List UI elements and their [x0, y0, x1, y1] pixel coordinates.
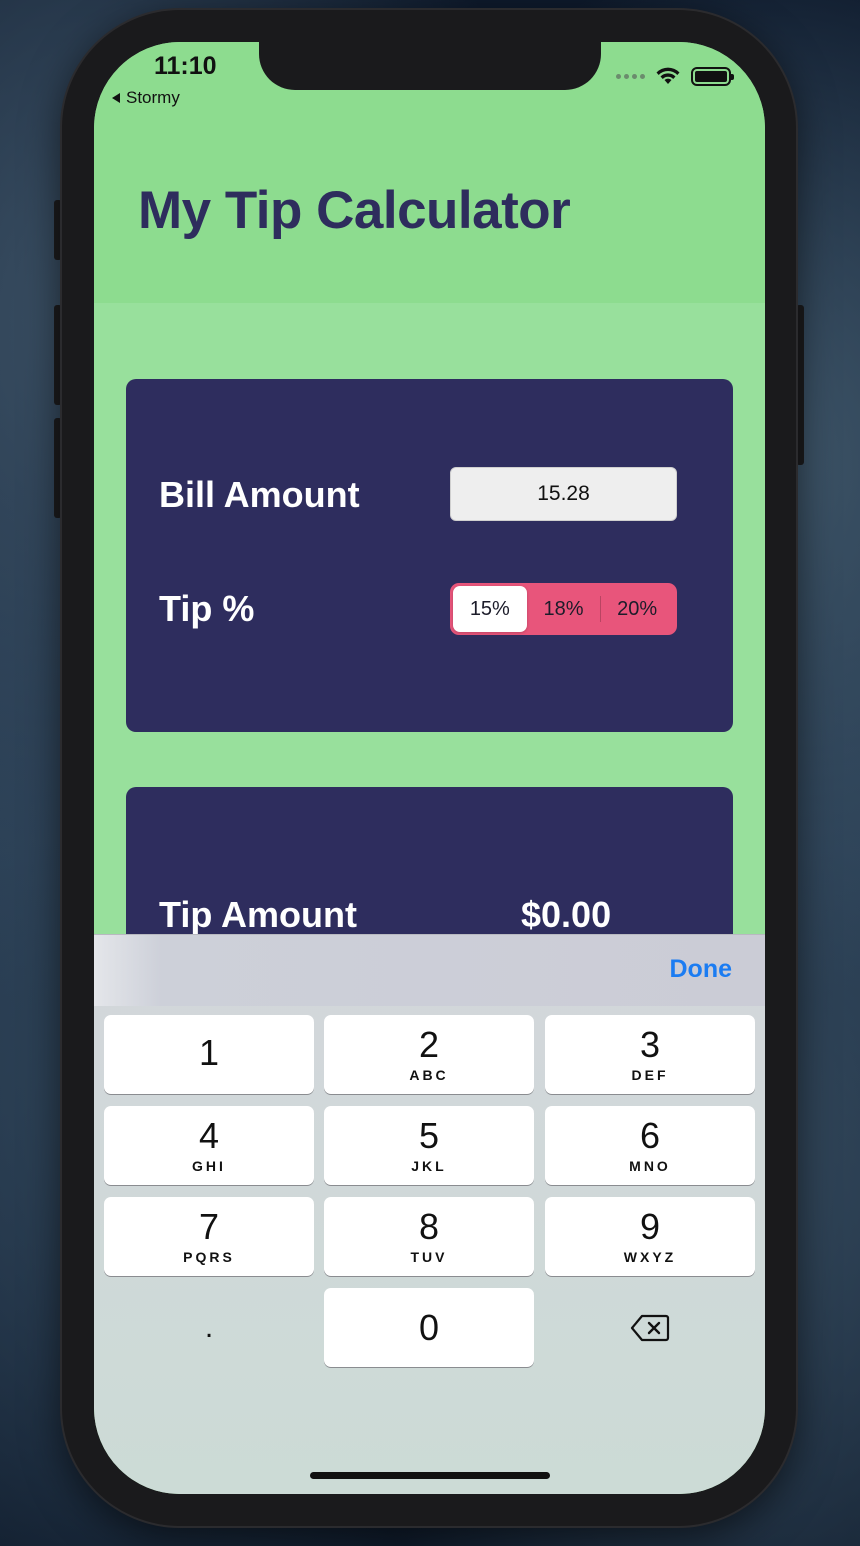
- key-letters: MNO: [629, 1157, 671, 1174]
- key-1[interactable]: 1: [104, 1015, 314, 1094]
- key-6[interactable]: 6 MNO: [545, 1106, 755, 1185]
- key-0[interactable]: 0: [324, 1288, 534, 1367]
- key-number: 3: [639, 1023, 661, 1065]
- page-title: My Tip Calculator: [138, 181, 571, 240]
- back-to-app-link[interactable]: Stormy: [112, 88, 180, 108]
- key-number: 5: [418, 1114, 440, 1156]
- wifi-icon: [656, 67, 680, 84]
- key-5[interactable]: 5 JKL: [324, 1106, 534, 1185]
- key-letters: WXYZ: [623, 1248, 677, 1265]
- battery-icon: [691, 66, 734, 86]
- bill-amount-field[interactable]: 15.28: [450, 467, 677, 521]
- key-4[interactable]: 4 GHI: [104, 1106, 314, 1185]
- key-number: 2: [418, 1023, 440, 1065]
- back-arrow-icon: [112, 93, 120, 103]
- key-delete[interactable]: [545, 1288, 755, 1367]
- tip-amount-value: $0.00: [521, 894, 612, 935]
- cellular-signal-icon: [616, 73, 645, 79]
- tip-percent-label: Tip %: [159, 588, 255, 629]
- key-letters: JKL: [411, 1157, 447, 1174]
- side-button-volume-up: [54, 305, 62, 405]
- side-button-mute: [54, 200, 62, 260]
- side-button-volume-down: [54, 418, 62, 518]
- key-letters: GHI: [192, 1157, 226, 1174]
- tip-option-15[interactable]: 15%: [453, 586, 527, 632]
- key-3[interactable]: 3 DEF: [545, 1015, 755, 1094]
- notch: [259, 42, 601, 90]
- key-number: 8: [418, 1205, 440, 1247]
- key-8[interactable]: 8 TUV: [324, 1197, 534, 1276]
- tip-option-18[interactable]: 18%: [527, 586, 601, 632]
- backspace-icon: [630, 1314, 670, 1341]
- tip-amount-label: Tip Amount: [159, 894, 357, 935]
- side-button-power: [796, 305, 804, 465]
- key-letters: PQRS: [183, 1248, 235, 1265]
- key-2[interactable]: 2 ABC: [324, 1015, 534, 1094]
- status-indicators: [616, 66, 734, 86]
- done-button[interactable]: Done: [670, 955, 733, 984]
- home-indicator[interactable]: [310, 1472, 550, 1479]
- key-number: 6: [639, 1114, 661, 1156]
- keyboard-toolbar: Done: [94, 934, 765, 1006]
- key-number: 4: [198, 1114, 220, 1156]
- key-letters: TUV: [410, 1248, 448, 1265]
- key-number: 1: [198, 1031, 220, 1073]
- tip-percent-segmented-control[interactable]: 15% 18% 20%: [450, 583, 677, 635]
- numeric-keyboard: Done 1 2 ABC 3 DEF 4 GHI 5 JKL 6 MNO 7 P…: [94, 934, 765, 1494]
- tip-option-20[interactable]: 20%: [600, 586, 674, 632]
- app-screen: My Tip Calculator 11:10 Stormy Bill Amou…: [94, 42, 765, 1494]
- back-app-label: Stormy: [126, 88, 180, 107]
- status-time: 11:10: [154, 52, 217, 80]
- bill-amount-label: Bill Amount: [159, 474, 360, 515]
- key-9[interactable]: 9 WXYZ: [545, 1197, 755, 1276]
- key-number: 7: [198, 1205, 220, 1247]
- key-7[interactable]: 7 PQRS: [104, 1197, 314, 1276]
- key-decimal[interactable]: .: [104, 1288, 314, 1367]
- input-card: Bill Amount 15.28 Tip % 15% 18% 20%: [126, 379, 733, 732]
- key-letters: ABC: [409, 1066, 449, 1083]
- key-number: 0: [418, 1306, 440, 1348]
- key-letters: DEF: [631, 1066, 669, 1083]
- key-number: 9: [639, 1205, 661, 1247]
- key-number: .: [204, 1310, 214, 1344]
